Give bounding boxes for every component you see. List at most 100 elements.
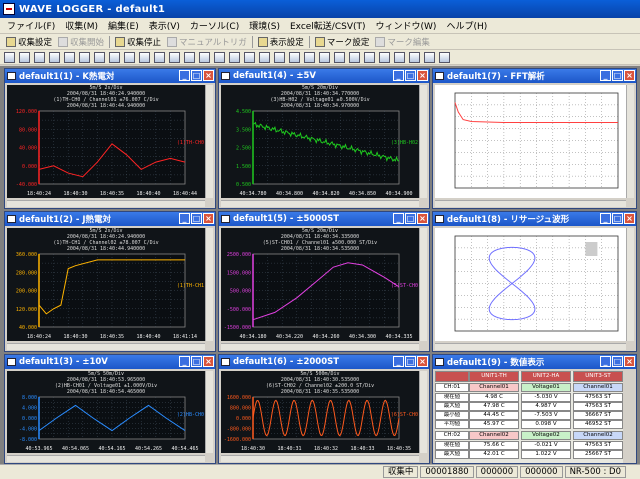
close-icon[interactable]: × — [624, 70, 635, 81]
menu-item-5[interactable]: 環境(S) — [244, 19, 285, 32]
window-2[interactable]: default1(4) - ±5V _ □ × 5m/S 20m/Div 2004/08/… — [218, 68, 430, 209]
tool-icon-5[interactable] — [79, 51, 90, 63]
toolbar-button-5[interactable]: マーク設定 — [312, 36, 373, 48]
horizontal-scrollbar[interactable] — [221, 455, 419, 462]
tool-icon-7[interactable] — [109, 51, 120, 63]
window-7[interactable]: default1(3) - ±10V _ □ × 5m/S 50m/Div 2004/08… — [4, 354, 216, 464]
menu-item-0[interactable]: ファイル(F) — [2, 19, 60, 32]
vertical-scrollbar[interactable] — [205, 228, 213, 341]
plot-area[interactable]: 5m/S 50m/Div 2004/08/31 18:40:53.965000 (2… — [7, 371, 205, 453]
menu-item-4[interactable]: カーソル(C) — [185, 19, 244, 32]
horizontal-scrollbar[interactable] — [435, 343, 626, 350]
menu-item-3[interactable]: 表示(V) — [144, 19, 185, 32]
window-3[interactable]: default1(7) - FFT解析 _ □ × — [432, 68, 637, 209]
close-icon[interactable]: × — [417, 356, 428, 367]
close-icon[interactable]: × — [203, 356, 214, 367]
minimize-icon[interactable]: _ — [393, 70, 404, 81]
tool-icon-23[interactable] — [349, 51, 360, 63]
plot-area[interactable] — [435, 85, 626, 198]
maximize-icon[interactable]: □ — [191, 213, 202, 224]
horizontal-scrollbar[interactable] — [435, 200, 626, 207]
vertical-scrollbar[interactable] — [419, 228, 427, 341]
minimize-icon[interactable]: _ — [179, 356, 190, 367]
menu-item-1[interactable]: 収集(M) — [60, 19, 103, 32]
minimize-icon[interactable]: _ — [600, 213, 611, 224]
window-title[interactable]: default1(9) - 数値表示 _ □ × — [433, 355, 636, 369]
tool-icon-25[interactable] — [379, 51, 390, 63]
tool-icon-12[interactable] — [184, 51, 195, 63]
window-title[interactable]: default1(8) - リサージュ波形 _ □ × — [433, 212, 636, 226]
tool-icon-14[interactable] — [214, 51, 225, 63]
tool-icon-20[interactable] — [304, 51, 315, 63]
tool-icon-28[interactable] — [424, 51, 435, 63]
window-8[interactable]: default1(6) - ±2000ST _ □ × 5m/S 500m/Div 200… — [218, 354, 430, 464]
tool-icon-18[interactable] — [274, 51, 285, 63]
minimize-icon[interactable]: _ — [600, 356, 611, 367]
toolbar-button-6[interactable]: マーク編集 — [372, 36, 433, 48]
close-icon[interactable]: × — [417, 70, 428, 81]
maximize-icon[interactable]: □ — [191, 356, 202, 367]
tool-icon-22[interactable] — [334, 51, 345, 63]
window-title[interactable]: default1(2) - J熱電対 _ □ × — [5, 212, 215, 226]
maximize-icon[interactable]: □ — [612, 70, 623, 81]
tool-icon-27[interactable] — [409, 51, 420, 63]
maximize-icon[interactable]: □ — [405, 356, 416, 367]
vertical-scrollbar[interactable] — [205, 371, 213, 453]
minimize-icon[interactable]: _ — [179, 213, 190, 224]
tool-icon-11[interactable] — [169, 51, 180, 63]
menu-item-6[interactable]: Excel転送/CSV(T) — [285, 19, 371, 32]
vertical-scrollbar[interactable] — [626, 228, 634, 341]
horizontal-scrollbar[interactable] — [221, 343, 419, 350]
tool-icon-0[interactable] — [4, 51, 15, 63]
toolbar-button-1[interactable]: 収集開始 — [55, 36, 107, 48]
plot-area[interactable]: 5m/S 500m/Div 2004/08/31 18:40:30.535000(… — [221, 371, 419, 453]
menu-item-7[interactable]: ウィンドウ(W) — [371, 19, 442, 32]
plot-area[interactable]: 5m/S 20m/Div 2004/08/31 18:40:34.770000 (3… — [221, 85, 419, 198]
maximize-icon[interactable]: □ — [612, 356, 623, 367]
tool-icon-15[interactable] — [229, 51, 240, 63]
tool-icon-1[interactable] — [19, 51, 30, 63]
maximize-icon[interactable]: □ — [405, 70, 416, 81]
close-icon[interactable]: × — [624, 356, 635, 367]
horizontal-scrollbar[interactable] — [7, 200, 205, 207]
horizontal-scrollbar[interactable] — [7, 455, 205, 462]
minimize-icon[interactable]: _ — [179, 70, 190, 81]
window-title[interactable]: default1(7) - FFT解析 _ □ × — [433, 69, 636, 83]
minimize-icon[interactable]: _ — [600, 70, 611, 81]
close-icon[interactable]: × — [203, 70, 214, 81]
window-title[interactable]: default1(6) - ±2000ST _ □ × — [219, 355, 429, 369]
toolbar-button-0[interactable]: 収集設定 — [3, 36, 55, 48]
window-1[interactable]: default1(1) - K熱電対 _ □ × 5m/S 2s/Div 2004/08/… — [4, 68, 216, 209]
close-icon[interactable]: × — [417, 213, 428, 224]
window-9[interactable]: default1(9) - 数値表示 _ □ × UNIT1-TH UNIT2-HA UNI… — [432, 354, 637, 464]
toolbar-button-3[interactable]: マニュアルトリガ — [164, 36, 250, 48]
tool-icon-10[interactable] — [154, 51, 165, 63]
tool-icon-19[interactable] — [289, 51, 300, 63]
vertical-scrollbar[interactable] — [419, 371, 427, 453]
maximize-icon[interactable]: □ — [191, 70, 202, 81]
toolbar-button-4[interactable]: 表示設定 — [255, 36, 307, 48]
vertical-scrollbar[interactable] — [626, 85, 634, 198]
close-icon[interactable]: × — [624, 213, 635, 224]
tool-icon-26[interactable] — [394, 51, 405, 63]
tool-icon-4[interactable] — [64, 51, 75, 63]
tool-icon-6[interactable] — [94, 51, 105, 63]
plot-area[interactable]: 5m/S 20m/Div 2004/08/31 18:40:34.335000 (5… — [221, 228, 419, 341]
toolbar-button-2[interactable]: 収集停止 — [112, 36, 164, 48]
tool-icon-29[interactable] — [439, 51, 450, 63]
menu-item-2[interactable]: 編集(E) — [103, 19, 144, 32]
tool-icon-8[interactable] — [124, 51, 135, 63]
maximize-icon[interactable]: □ — [612, 213, 623, 224]
horizontal-scrollbar[interactable] — [221, 200, 419, 207]
plot-area[interactable]: 5m/S 2s/Div 2004/08/31 18:40:24.940000 (1)… — [7, 228, 205, 341]
tool-icon-3[interactable] — [49, 51, 60, 63]
tool-icon-2[interactable] — [34, 51, 45, 63]
window-4[interactable]: default1(2) - J熱電対 _ □ × 5m/S 2s/Div 2004/08/… — [4, 211, 216, 352]
tool-icon-24[interactable] — [364, 51, 375, 63]
tool-icon-16[interactable] — [244, 51, 255, 63]
menu-item-8[interactable]: ヘルプ(H) — [441, 19, 492, 32]
vertical-scrollbar[interactable] — [419, 85, 427, 198]
tool-icon-13[interactable] — [199, 51, 210, 63]
window-title[interactable]: default1(3) - ±10V _ □ × — [5, 355, 215, 369]
tool-icon-9[interactable] — [139, 51, 150, 63]
